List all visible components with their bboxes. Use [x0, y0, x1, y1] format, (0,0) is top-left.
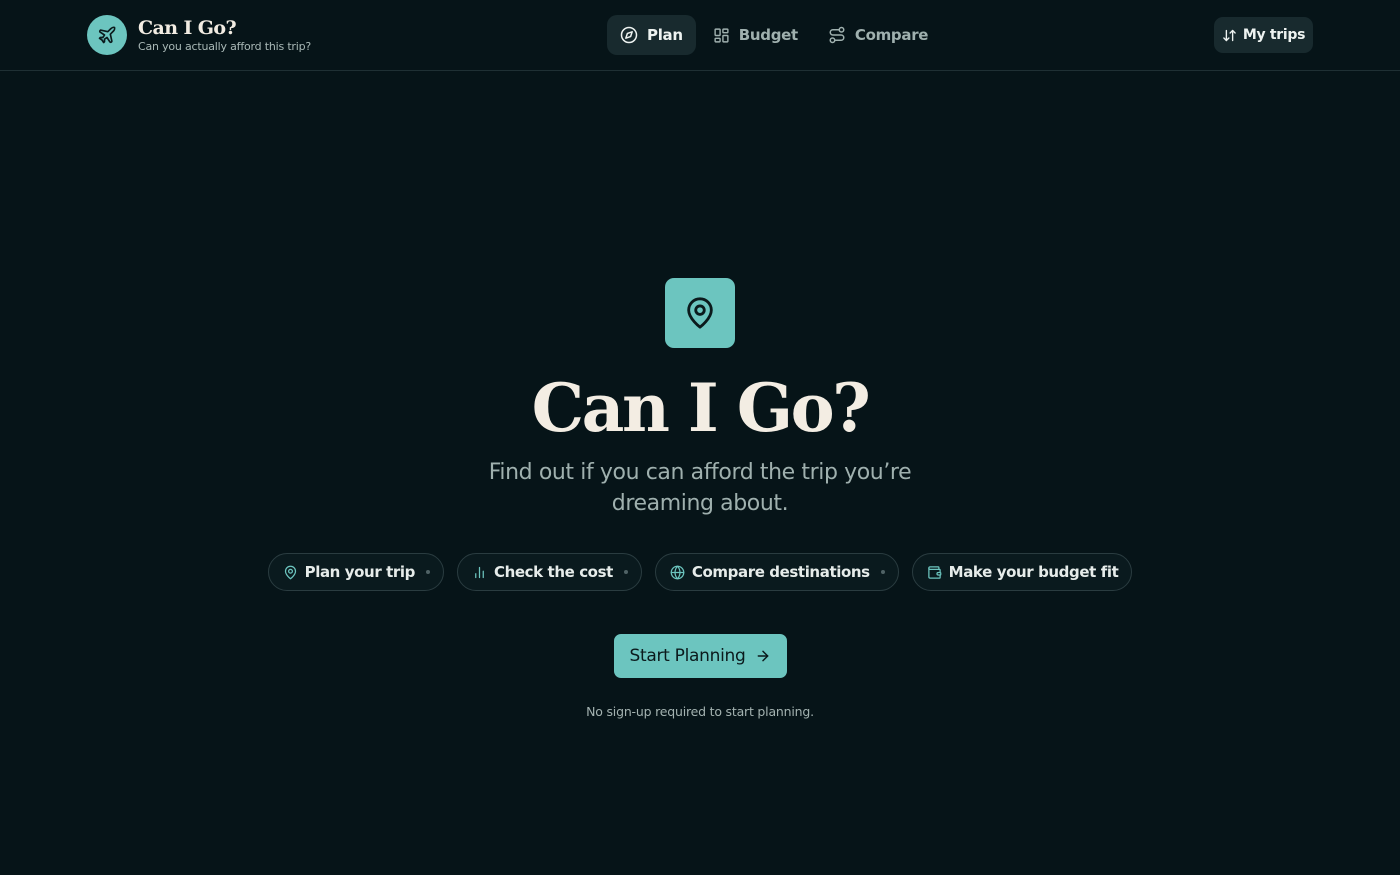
- my-trips-button[interactable]: My trips: [1214, 17, 1313, 53]
- compass-icon: [620, 26, 638, 44]
- no-signup-note: No sign-up required to start planning.: [586, 704, 814, 719]
- start-planning-button[interactable]: Start Planning: [614, 634, 787, 678]
- route-icon: [829, 26, 845, 44]
- feature-chips: Plan your trip Check the cost Compare de…: [0, 553, 1400, 591]
- bar-chart-icon: [475, 566, 484, 578]
- hero-subtitle: Find out if you can afford the trip you’…: [488, 460, 912, 516]
- globe-icon: [670, 565, 685, 579]
- nav-item-plan[interactable]: Plan: [607, 15, 696, 55]
- chip-plan-your-trip[interactable]: Plan your trip: [267, 553, 444, 591]
- top-navigation-bar: Can I Go? Can you actually afford this t…: [0, 0, 1400, 71]
- chip-compare-destinations[interactable]: Compare destinations: [654, 553, 899, 591]
- main-nav: Plan Budget Compare: [607, 15, 945, 55]
- nav-item-budget[interactable]: Budget: [700, 15, 811, 55]
- arrow-right-icon: [758, 650, 769, 662]
- my-trips-label: My trips: [1242, 27, 1306, 43]
- chip-check-the-cost[interactable]: Check the cost: [457, 553, 642, 591]
- wallet-icon: [927, 565, 942, 579]
- sort-arrows-icon: [1223, 29, 1236, 41]
- nav-item-compare[interactable]: Compare: [815, 15, 941, 55]
- map-pin-icon: [284, 565, 296, 579]
- nav-item-label: Budget: [738, 26, 798, 44]
- chip-make-your-budget-fit[interactable]: Make your budget fit: [911, 553, 1133, 591]
- airplane-icon: [87, 15, 127, 55]
- nav-item-label: Compare: [854, 26, 929, 44]
- start-planning-label: Start Planning: [629, 646, 746, 666]
- map-pin-icon: [665, 278, 735, 348]
- grid-icon: [714, 27, 729, 43]
- chip-dot: [880, 570, 885, 574]
- hero-title: Can I Go?: [531, 369, 871, 447]
- chip-dot: [426, 570, 430, 574]
- brand-subtitle: Can you actually afford this trip?: [138, 39, 312, 53]
- chip-label: Check the cost: [494, 563, 613, 581]
- chip-label: Make your budget fit: [948, 563, 1119, 581]
- brand-title: Can I Go?: [138, 16, 237, 39]
- chip-dot: [623, 570, 628, 574]
- brand[interactable]: Can I Go? Can you actually afford this t…: [87, 15, 311, 55]
- chip-label: Plan your trip: [304, 563, 416, 581]
- chip-label: Compare destinations: [691, 563, 870, 581]
- nav-item-label: Plan: [647, 26, 683, 44]
